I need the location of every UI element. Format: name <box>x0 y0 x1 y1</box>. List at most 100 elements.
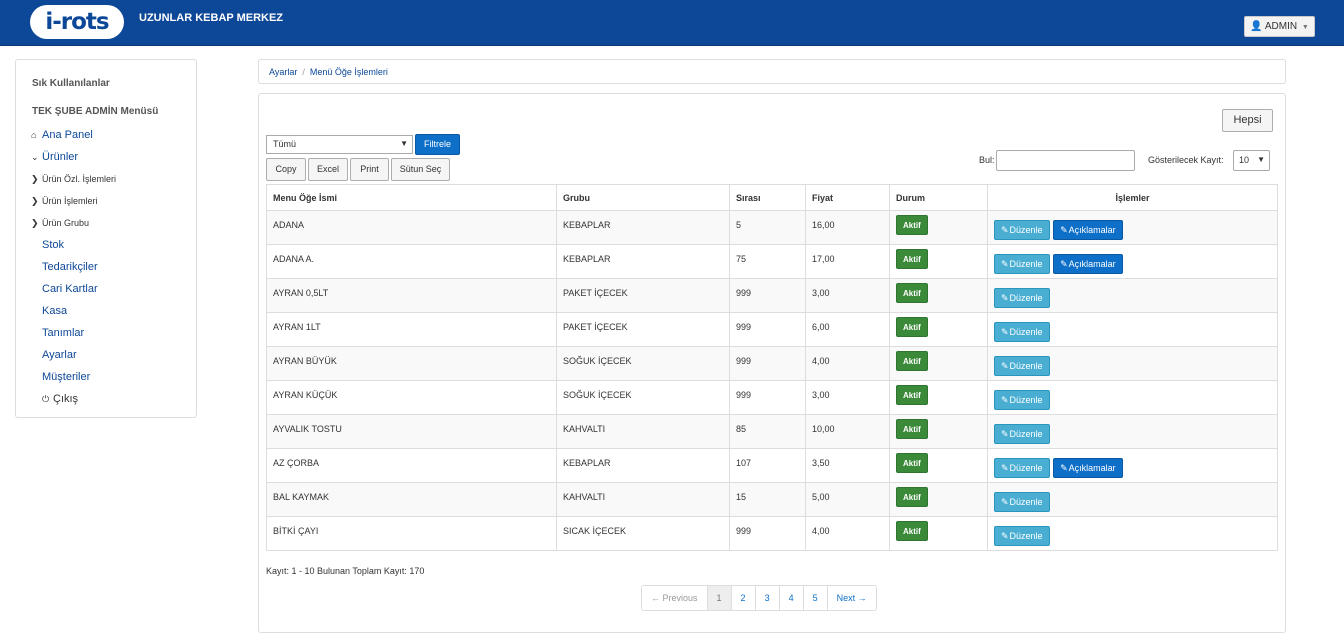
menu-items-table: Menu Öğe İsmi Grubu Sırası Fiyat Durum İ… <box>266 184 1278 551</box>
cell-name: BAL KAYMAK <box>266 482 557 517</box>
filter-select[interactable]: Tümü ▼ <box>266 135 413 154</box>
edit-button[interactable]: ✎Düzenle <box>994 322 1050 342</box>
breadcrumb-item-ayarlar[interactable]: Ayarlar <box>269 67 297 77</box>
edit-button[interactable]: ✎Düzenle <box>994 390 1050 410</box>
cell-price: 3,50 <box>805 448 890 483</box>
cell-group: KAHVALTI <box>556 414 730 449</box>
sidebar-item-stok[interactable]: Stok <box>42 239 64 251</box>
sidebar-item-tedarikciler[interactable]: Tedarikçiler <box>42 261 98 273</box>
sidebar-item-tanimlar[interactable]: Tanımlar <box>42 327 84 339</box>
sidebar-item-musteriler[interactable]: Müşteriler <box>42 371 90 383</box>
status-badge[interactable]: Aktif <box>896 487 928 507</box>
column-header-name[interactable]: Menu Öğe İsmi <box>266 184 557 211</box>
cell-status: Aktif <box>889 346 988 381</box>
copy-button[interactable]: Copy <box>266 158 306 181</box>
sidebar-item-kasa[interactable]: Kasa <box>42 305 67 317</box>
filter-button[interactable]: Filtrele <box>415 134 460 155</box>
edit-icon: ✎ <box>1060 259 1068 269</box>
status-badge[interactable]: Aktif <box>896 453 928 473</box>
edit-button[interactable]: ✎Düzenle <box>994 254 1050 274</box>
pagination-page-5[interactable]: 5 <box>803 586 828 610</box>
chevron-down-icon: ▼ <box>1257 155 1265 164</box>
breadcrumb: Ayarlar / Menü Öğe İşlemleri <box>258 59 1286 84</box>
sidebar-item-urunler[interactable]: ⌄ Ürünler <box>31 151 78 163</box>
home-icon: ⌂ <box>31 130 37 140</box>
status-badge[interactable]: Aktif <box>896 419 928 439</box>
column-header-price[interactable]: Fiyat <box>805 184 890 211</box>
cell-name: ADANA <box>266 210 557 245</box>
edit-button[interactable]: ✎Düzenle <box>994 526 1050 546</box>
sidebar-item-ana-panel[interactable]: ⌂ Ana Panel <box>31 129 93 141</box>
edit-icon: ✎ <box>1001 429 1009 439</box>
sidebar: Sık Kullanılanlar TEK ŞUBE ADMİN Menüsü … <box>15 59 197 418</box>
page-size-select[interactable]: 10 ▼ <box>1233 150 1270 171</box>
cell-name: AYVALIK TOSTU <box>266 414 557 449</box>
edit-icon: ✎ <box>1060 225 1068 235</box>
sidebar-item-urun-ozl-islemleri[interactable]: ❯ Ürün Özl. İşlemleri <box>31 174 116 185</box>
status-badge[interactable]: Aktif <box>896 351 928 371</box>
status-badge[interactable]: Aktif <box>896 521 928 541</box>
cell-status: Aktif <box>889 244 988 279</box>
sidebar-item-urun-islemleri[interactable]: ❯ Ürün İşlemleri <box>31 196 98 207</box>
excel-button[interactable]: Excel <box>308 158 348 181</box>
power-icon: ⏻ <box>42 394 50 404</box>
edit-icon: ✎ <box>1001 327 1009 337</box>
print-button[interactable]: Print <box>350 158 389 181</box>
table-row: BAL KAYMAK KAHVALTI 15 5,00 Aktif ✎Düzenle <box>266 482 1278 517</box>
status-badge[interactable]: Aktif <box>896 215 928 235</box>
column-header-order[interactable]: Sırası <box>729 184 806 211</box>
edit-icon: ✎ <box>1001 293 1009 303</box>
cell-price: 4,00 <box>805 516 890 551</box>
edit-button[interactable]: ✎Düzenle <box>994 492 1050 512</box>
cell-order: 107 <box>729 448 806 483</box>
cell-actions: ✎Düzenle <box>987 312 1278 347</box>
top-navbar: i-rots UZUNLAR KEBAP MERKEZ 👤 ADMIN ▼ <box>0 0 1344 46</box>
edit-icon: ✎ <box>1001 259 1009 269</box>
cell-price: 17,00 <box>805 244 890 279</box>
edit-button[interactable]: ✎Düzenle <box>994 458 1050 478</box>
all-button[interactable]: Hepsi <box>1222 109 1273 132</box>
sidebar-item-urun-grubu[interactable]: ❯ Ürün Grubu <box>31 218 89 229</box>
cell-order: 999 <box>729 346 806 381</box>
cell-group: PAKET İÇECEK <box>556 278 730 313</box>
sidebar-item-cikis[interactable]: ⏻ Çıkış <box>42 393 78 405</box>
table-row: BİTKİ ÇAYI SICAK İÇECEK 999 4,00 Aktif ✎Düzen… <box>266 516 1278 551</box>
cell-order: 999 <box>729 278 806 313</box>
edit-button[interactable]: ✎Düzenle <box>994 288 1050 308</box>
cell-name: ADANA A. <box>266 244 557 279</box>
pagination-page-3[interactable]: 3 <box>755 586 780 610</box>
sidebar-item-cari-kartlar[interactable]: Cari Kartlar <box>42 283 98 295</box>
edit-icon: ✎ <box>1001 531 1009 541</box>
pagination-page-4[interactable]: 4 <box>779 586 804 610</box>
search-input[interactable] <box>996 150 1135 171</box>
logo[interactable]: i-rots <box>30 5 124 39</box>
table-row: ADANA KEBAPLAR 5 16,00 Aktif ✎Düzenle ✎Açıkla… <box>266 210 1278 245</box>
sidebar-item-ayarlar[interactable]: Ayarlar <box>42 349 77 361</box>
edit-button[interactable]: ✎Düzenle <box>994 356 1050 376</box>
cell-group: SOĞUK İÇECEK <box>556 380 730 415</box>
column-select-button[interactable]: Sütun Seç <box>391 158 450 181</box>
user-menu-button[interactable]: 👤 ADMIN ▼ <box>1244 16 1315 37</box>
status-badge[interactable]: Aktif <box>896 283 928 303</box>
cell-order: 85 <box>729 414 806 449</box>
status-badge[interactable]: Aktif <box>896 249 928 269</box>
pagination-previous[interactable]: ← Previous <box>642 586 708 610</box>
page-size-label: Gösterilecek Kayıt: <box>1148 155 1224 165</box>
column-header-actions: İşlemler <box>987 184 1278 211</box>
cell-order: 5 <box>729 210 806 245</box>
pagination-page-2[interactable]: 2 <box>731 586 756 610</box>
descriptions-button[interactable]: ✎Açıklamalar <box>1053 254 1123 274</box>
caret-down-icon: ▼ <box>1301 24 1309 31</box>
cell-actions: ✎Düzenle <box>987 278 1278 313</box>
descriptions-button[interactable]: ✎Açıklamalar <box>1053 220 1123 240</box>
edit-button[interactable]: ✎Düzenle <box>994 424 1050 444</box>
column-header-status[interactable]: Durum <box>889 184 988 211</box>
column-header-group[interactable]: Grubu <box>556 184 730 211</box>
chevron-down-icon: ⌄ <box>31 152 39 162</box>
pagination-next[interactable]: Next → <box>827 586 876 610</box>
descriptions-button[interactable]: ✎Açıklamalar <box>1053 458 1123 478</box>
status-badge[interactable]: Aktif <box>896 317 928 337</box>
edit-button[interactable]: ✎Düzenle <box>994 220 1050 240</box>
status-badge[interactable]: Aktif <box>896 385 928 405</box>
pagination-page-1[interactable]: 1 <box>707 586 732 610</box>
